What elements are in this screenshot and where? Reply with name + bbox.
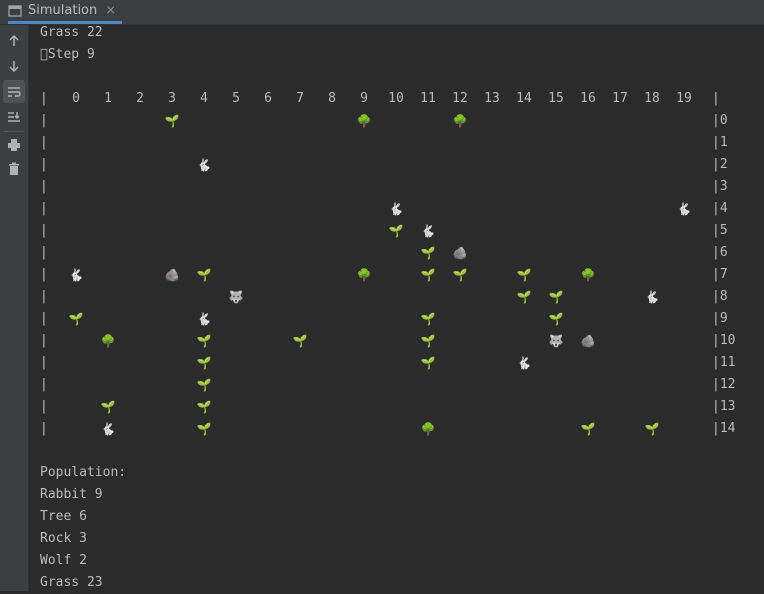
scroll-to-end-icon[interactable] [3, 106, 25, 128]
console-toolbar [0, 25, 29, 591]
console-line: Grass 22 [40, 25, 103, 40]
soft-wrap-icon[interactable] [3, 81, 25, 103]
console-line:  Step 9 [40, 47, 95, 62]
population-title: Population: [40, 465, 127, 480]
population-item: Wolf 2 [40, 553, 87, 568]
print-icon[interactable] [3, 134, 25, 156]
close-icon[interactable]: × [105, 3, 116, 18]
tab-title: Simulation [28, 3, 98, 18]
population-item: Tree 6 [40, 509, 87, 524]
population-item: Rock 3 [40, 531, 87, 546]
tab-simulation[interactable]: Simulation × [8, 0, 122, 24]
up-arrow-icon[interactable] [3, 30, 25, 52]
console-window-icon [8, 4, 22, 17]
trash-icon[interactable] [3, 158, 25, 180]
console-output: Grass 22  Step 9 Population: Rabbit 9 Tr… [40, 22, 764, 591]
down-arrow-icon[interactable] [3, 55, 25, 77]
population-item: Rabbit 9 [40, 487, 103, 502]
